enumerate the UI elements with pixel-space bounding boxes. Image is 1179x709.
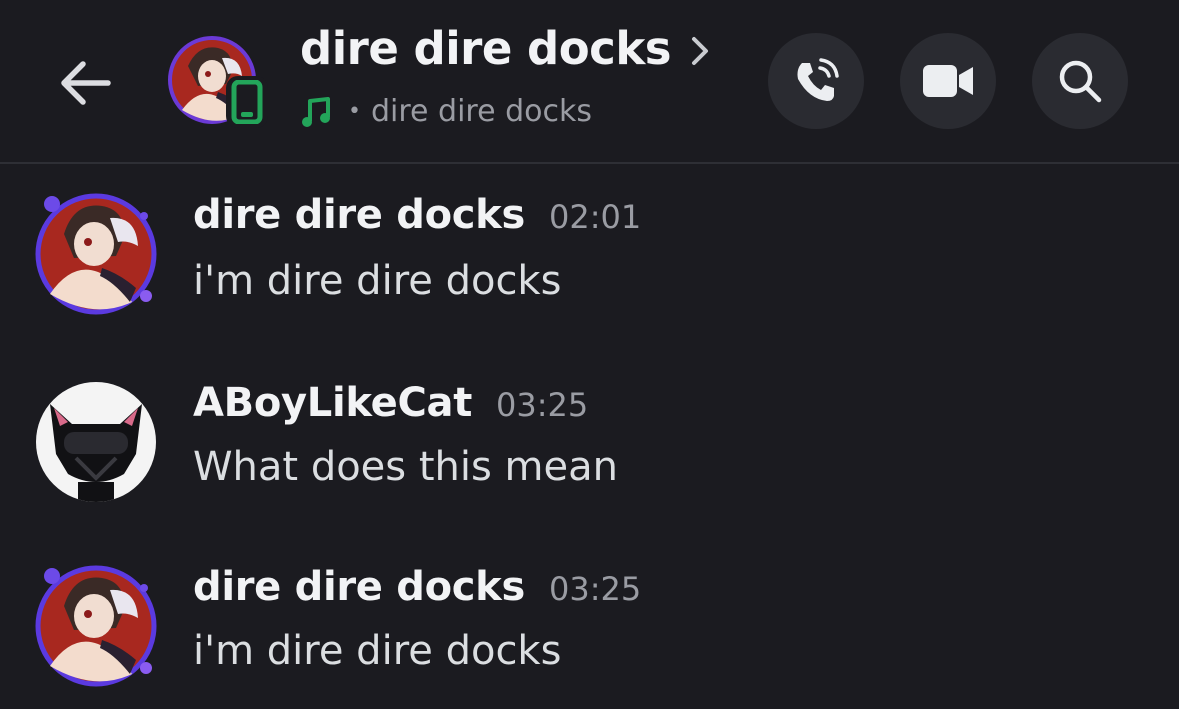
chat-header: dire dire docks • dire dire docks [0, 0, 1179, 164]
arrow-left-icon [61, 61, 111, 105]
avatar[interactable] [28, 374, 164, 510]
video-call-button[interactable] [900, 33, 996, 129]
activity-status: • dire dire docks [300, 94, 592, 129]
message-text: i'm dire dire docks [193, 628, 562, 674]
separator-dot: • [348, 99, 361, 124]
author-name: dire dire docks [193, 192, 525, 238]
video-camera-icon [923, 65, 973, 97]
author-name: ABoyLikeCat [193, 380, 473, 426]
chevron-right-icon [692, 36, 709, 65]
back-button[interactable] [50, 48, 120, 118]
message-author[interactable]: ABoyLikeCat 03:25 [193, 380, 588, 426]
page-title: dire dire docks [300, 22, 672, 75]
message-text: i'm dire dire docks [193, 258, 562, 304]
activity-text: dire dire docks [370, 94, 592, 129]
message-author[interactable]: dire dire docks 02:01 [193, 192, 641, 238]
avatar[interactable] [28, 558, 164, 694]
phone-call-icon [797, 58, 839, 101]
header-avatar[interactable] [164, 32, 268, 132]
message-timestamp: 03:25 [496, 386, 589, 424]
message-timestamp: 03:25 [549, 570, 642, 608]
voice-call-button[interactable] [768, 33, 864, 129]
search-icon [1059, 60, 1102, 103]
search-button[interactable] [1032, 33, 1128, 129]
message-text: What does this mean [193, 444, 618, 490]
mobile-status-badge [226, 76, 268, 128]
message-timestamp: 02:01 [549, 198, 642, 236]
message-author[interactable]: dire dire docks 03:25 [193, 564, 641, 610]
channel-title-button[interactable]: dire dire docks [300, 22, 711, 75]
music-note-icon [302, 96, 330, 127]
avatar[interactable] [28, 186, 164, 322]
author-name: dire dire docks [193, 564, 525, 610]
mobile-phone-icon [231, 80, 263, 124]
